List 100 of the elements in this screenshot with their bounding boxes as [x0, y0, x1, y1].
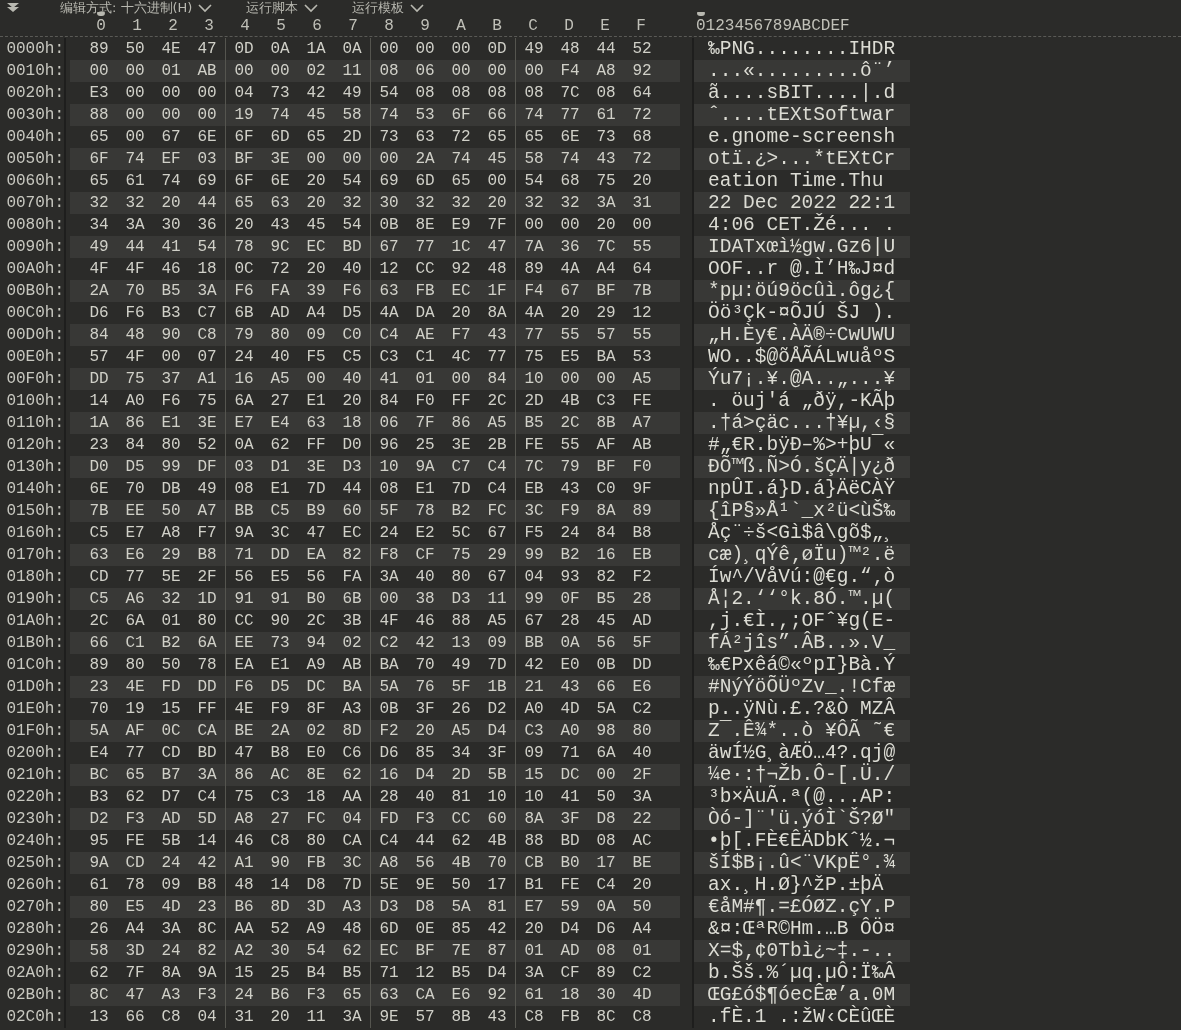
hex-byte: 63 [88, 545, 110, 566]
hex-byte: 75 [450, 545, 472, 566]
hex-byte: 84 [486, 369, 508, 390]
hex-byte: D4 [486, 721, 508, 742]
hex-byte: 20 [305, 259, 327, 280]
hex-byte: 57 [414, 1007, 436, 1028]
hex-byte: C7 [450, 457, 472, 478]
hex-byte: 28 [631, 589, 653, 610]
hex-byte: 61 [124, 171, 146, 192]
hex-byte: 42 [196, 853, 218, 874]
hex-byte: E5 [559, 347, 581, 368]
hex-byte: 0B [595, 655, 617, 676]
column-header: 6 [311, 16, 323, 36]
hex-byte: 00 [486, 61, 508, 82]
hex-byte: 77 [124, 567, 146, 588]
hex-byte: 12 [631, 303, 653, 324]
hex-byte: F4 [559, 61, 581, 82]
hex-byte: 84 [124, 435, 146, 456]
hex-byte: 74 [450, 149, 472, 170]
hex-byte: 80 [160, 435, 182, 456]
hex-byte: 3C [341, 853, 363, 874]
hex-byte: 3C [269, 523, 291, 544]
hex-byte: 36 [196, 215, 218, 236]
hex-byte: E9 [450, 215, 472, 236]
ascii-text: *pµ:öú9öcûì.ôg¿{ [692, 280, 910, 302]
hex-byte: 5C [450, 523, 472, 544]
hex-byte: 18 [305, 787, 327, 808]
hex-byte: 8C [595, 1007, 617, 1028]
hex-byte: 1F [486, 281, 508, 302]
hex-byte: 7A [523, 237, 545, 258]
hex-byte: 6E [88, 479, 110, 500]
hex-byte: 9C [269, 237, 291, 258]
hex-byte: A5 [450, 721, 472, 742]
hex-byte: 24 [233, 985, 255, 1006]
hex-byte: 37 [160, 369, 182, 390]
hex-byte: 23 [88, 435, 110, 456]
hex-byte: 39 [305, 281, 327, 302]
hex-byte: DC [559, 765, 581, 786]
hex-byte: 3F [559, 809, 581, 830]
hex-byte: 2A [414, 149, 436, 170]
hex-byte: 75 [196, 391, 218, 412]
hex-byte: 63 [269, 193, 291, 214]
hex-byte: 3D [305, 897, 327, 918]
hex-byte: 4F [378, 611, 400, 632]
hex-byte: 5F [378, 501, 400, 522]
hex-byte: C8 [160, 1007, 182, 1028]
hex-byte: 54 [378, 83, 400, 104]
hex-byte: 45 [305, 105, 327, 126]
hex-byte: D3 [378, 897, 400, 918]
hex-byte: 08 [595, 941, 617, 962]
hex-byte: 3A [160, 919, 182, 940]
hex-byte: C6 [341, 743, 363, 764]
hex-byte: 46 [160, 259, 182, 280]
hex-byte: 77 [414, 237, 436, 258]
hex-byte: C0 [341, 325, 363, 346]
hex-byte: FB [414, 281, 436, 302]
hex-byte: 6B [341, 589, 363, 610]
hex-byte: 8D [341, 721, 363, 742]
hex-byte: AA [233, 919, 255, 940]
hex-byte: 07 [196, 347, 218, 368]
hex-byte: 8B [595, 413, 617, 434]
hex-byte: 1A [88, 413, 110, 434]
hex-byte: 41 [160, 237, 182, 258]
toolbar-dropdown[interactable]: 运行脚本 [246, 0, 319, 16]
hex-byte: 1A [305, 39, 327, 60]
row-offset: 0290h: [0, 940, 66, 962]
hex-byte: 00 [160, 83, 182, 104]
hex-byte: A7 [196, 501, 218, 522]
toolbar-dropdown[interactable]: 编辑方式: 十六进制(H) [60, 0, 213, 16]
hex-byte: 04 [341, 809, 363, 830]
hex-byte: 14 [269, 875, 291, 896]
hex-byte: 1B [486, 677, 508, 698]
hex-byte: F5 [305, 347, 327, 368]
hex-byte: 40 [341, 259, 363, 280]
hex-byte: 94 [305, 633, 327, 654]
hex-byte: 80 [196, 611, 218, 632]
hex-byte: 63 [378, 281, 400, 302]
hex-byte: E5 [269, 567, 291, 588]
hex-byte: 03 [233, 457, 255, 478]
hex-byte: 20 [559, 303, 581, 324]
ascii-text: €åM#¶.=£ÓØZ.çY.P [692, 896, 910, 918]
hex-byte: B8 [196, 875, 218, 896]
hex-byte: D0 [341, 435, 363, 456]
hex-byte: 18 [559, 985, 581, 1006]
toolbar-dropdown[interactable]: 运行模板 [352, 0, 425, 16]
hex-byte: 45 [305, 215, 327, 236]
hex-byte: CC [414, 259, 436, 280]
hex-byte: D3 [450, 589, 472, 610]
hex-byte: D3 [341, 457, 363, 478]
hex-byte: 30 [378, 193, 400, 214]
hex-byte: D5 [124, 457, 146, 478]
hex-byte: 72 [450, 127, 472, 148]
cursor-marker-icon [697, 12, 705, 16]
collapse-icon[interactable] [6, 2, 20, 14]
hex-byte: E2 [414, 523, 436, 544]
hex-byte: 6A [196, 633, 218, 654]
hex-byte: 78 [124, 875, 146, 896]
hex-byte: FC [486, 501, 508, 522]
hex-byte: DD [631, 655, 653, 676]
hex-byte: 25 [269, 963, 291, 984]
